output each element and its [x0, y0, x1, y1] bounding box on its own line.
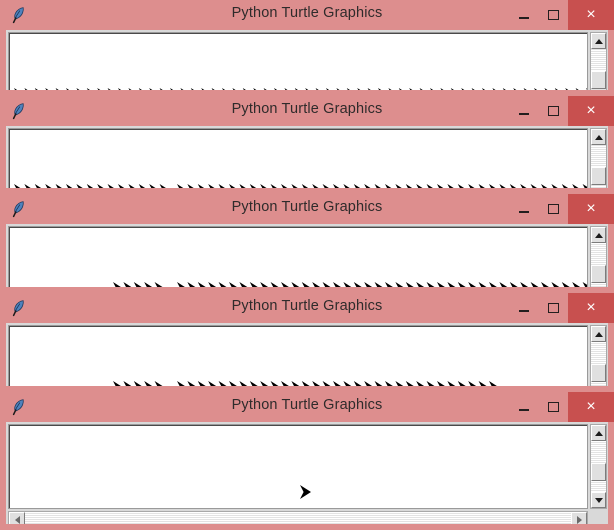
minimize-button[interactable] — [510, 0, 538, 30]
maximize-icon — [547, 204, 559, 214]
window-controls: × — [510, 392, 614, 422]
vertical-scrollbar-thumb[interactable] — [591, 364, 606, 382]
vertical-scrollbar[interactable] — [590, 424, 607, 509]
minimize-button[interactable] — [510, 96, 538, 126]
scroll-up-button[interactable] — [591, 227, 606, 243]
turtle-canvas-frame — [8, 32, 588, 94]
maximize-icon — [547, 106, 559, 116]
minimize-icon — [519, 113, 529, 115]
window-titlebar[interactable]: Python Turtle Graphics × — [0, 0, 614, 30]
turtle-window[interactable]: Python Turtle Graphics × — [0, 0, 614, 96]
maximize-icon — [547, 303, 559, 313]
vertical-scrollbar[interactable] — [590, 128, 607, 192]
triangle-up-icon — [594, 331, 603, 337]
vertical-scrollbar[interactable] — [590, 32, 607, 94]
turtle-window[interactable]: Python Turtle Graphics × — [0, 194, 614, 293]
window-controls: × — [510, 194, 614, 224]
turtle-window[interactable]: Python Turtle Graphics × — [0, 96, 614, 194]
maximize-button[interactable] — [538, 0, 568, 30]
turtle-window[interactable]: Python Turtle Graphics × — [0, 293, 614, 392]
minimize-button[interactable] — [510, 194, 538, 224]
turtle-canvas-frame — [8, 128, 588, 192]
window-bottom-border — [0, 524, 614, 530]
maximize-button[interactable] — [538, 392, 568, 422]
minimize-button[interactable] — [510, 392, 538, 422]
triangle-up-icon — [594, 232, 603, 238]
close-icon: × — [586, 5, 596, 23]
triangle-left-icon — [14, 515, 20, 524]
triangle-right-icon — [576, 515, 582, 524]
vertical-scrollbar-thumb[interactable] — [591, 71, 606, 89]
maximize-icon — [547, 402, 559, 412]
scroll-up-button[interactable] — [591, 33, 606, 49]
window-client-area — [6, 323, 608, 392]
triangle-up-icon — [594, 134, 603, 140]
vertical-scrollbar[interactable] — [590, 226, 607, 291]
close-button[interactable]: × — [568, 96, 614, 126]
close-button[interactable]: × — [568, 194, 614, 224]
minimize-button[interactable] — [510, 293, 538, 323]
turtle-window[interactable]: Python Turtle Graphics × — [0, 392, 614, 530]
close-button[interactable]: × — [568, 0, 614, 30]
window-titlebar[interactable]: Python Turtle Graphics × — [0, 293, 614, 323]
window-titlebar[interactable]: Python Turtle Graphics × — [0, 194, 614, 224]
maximize-button[interactable] — [538, 194, 568, 224]
close-button[interactable]: × — [568, 392, 614, 422]
window-client-area — [6, 422, 608, 530]
vertical-scrollbar-thumb[interactable] — [591, 265, 606, 283]
close-icon: × — [586, 298, 596, 316]
feather-icon — [9, 200, 27, 218]
turtle-canvas[interactable] — [9, 425, 587, 508]
triangle-up-icon — [594, 38, 603, 44]
feather-icon — [9, 102, 27, 120]
window-controls: × — [510, 293, 614, 323]
vertical-scrollbar-thumb[interactable] — [591, 463, 606, 481]
turtle-canvas[interactable] — [9, 326, 587, 389]
window-titlebar[interactable]: Python Turtle Graphics × — [0, 392, 614, 422]
close-icon: × — [586, 101, 596, 119]
triangle-up-icon — [594, 430, 603, 436]
close-button[interactable]: × — [568, 293, 614, 323]
maximize-button[interactable] — [538, 293, 568, 323]
vertical-scrollbar-thumb[interactable] — [591, 167, 606, 185]
window-controls: × — [510, 0, 614, 30]
window-client-area — [6, 30, 608, 96]
window-client-area — [6, 224, 608, 293]
feather-icon — [9, 398, 27, 416]
turtle-canvas[interactable] — [9, 227, 587, 290]
scroll-up-button[interactable] — [591, 129, 606, 145]
turtle-canvas-frame — [8, 424, 588, 509]
close-icon: × — [586, 397, 596, 415]
minimize-icon — [519, 17, 529, 19]
window-titlebar[interactable]: Python Turtle Graphics × — [0, 96, 614, 126]
scroll-up-button[interactable] — [591, 425, 606, 441]
scroll-down-button[interactable] — [591, 492, 606, 508]
window-controls: × — [510, 96, 614, 126]
maximize-icon — [547, 10, 559, 20]
feather-icon — [9, 6, 27, 24]
turtle-canvas-frame — [8, 325, 588, 390]
turtle-arrow-trail — [300, 482, 317, 502]
triangle-down-icon — [594, 497, 603, 503]
window-client-area — [6, 126, 608, 194]
turtle-canvas-frame — [8, 226, 588, 291]
turtle-canvas[interactable] — [9, 33, 587, 93]
close-icon: × — [586, 199, 596, 217]
scroll-up-button[interactable] — [591, 326, 606, 342]
maximize-button[interactable] — [538, 96, 568, 126]
minimize-icon — [519, 211, 529, 213]
minimize-icon — [519, 409, 529, 411]
feather-icon — [9, 299, 27, 317]
turtle-canvas[interactable] — [9, 129, 587, 191]
minimize-icon — [519, 310, 529, 312]
vertical-scrollbar[interactable] — [590, 325, 607, 390]
